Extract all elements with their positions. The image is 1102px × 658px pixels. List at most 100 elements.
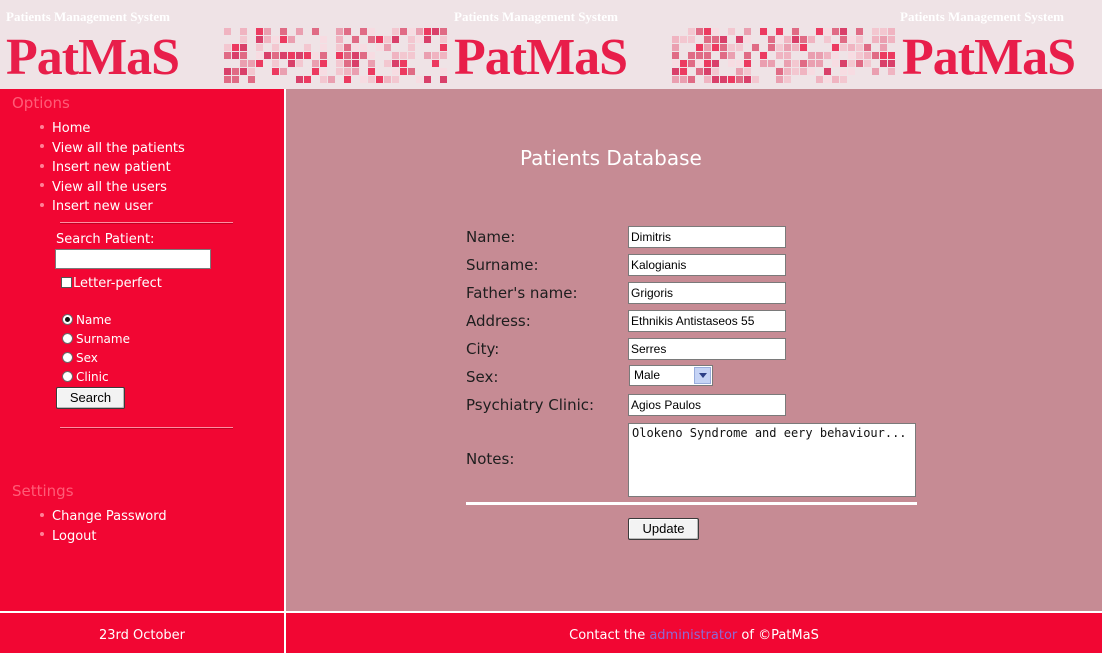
menu-item-insert-patient[interactable]: Insert new patient [40, 158, 185, 178]
banner-pixel [792, 68, 799, 75]
banner-subtitle: Patients Management System [900, 9, 1064, 24]
banner-pixel [672, 52, 679, 59]
banner-pixel [360, 76, 367, 83]
banner-pixel [264, 52, 271, 59]
banner-logo: PatMaS [902, 29, 1076, 86]
banner-pixel [808, 52, 815, 59]
city-field[interactable]: Serres [628, 338, 786, 360]
father-name-field[interactable]: Grigoris [628, 282, 786, 304]
banner-pixel [872, 52, 879, 59]
banner-pixel [272, 44, 279, 51]
banner-pixel [704, 28, 711, 35]
search-patient-input[interactable] [55, 249, 211, 269]
banner-pixel [352, 68, 359, 75]
menu-item-change-password[interactable]: Change Password [40, 507, 167, 527]
menu-item-view-patients[interactable]: View all the patients [40, 139, 185, 159]
banner-pixel [832, 52, 839, 59]
radio-surname[interactable]: Surname [62, 332, 130, 346]
page-title: Patients Database [520, 146, 702, 170]
banner-pixel [368, 76, 375, 83]
radio-name[interactable]: Name [62, 313, 111, 327]
sidebar-divider [60, 222, 233, 224]
update-button[interactable]: Update [628, 518, 699, 540]
radio-icon [62, 371, 73, 382]
banner-pixel [432, 28, 439, 35]
banner-pixel [776, 76, 783, 83]
menu-item-logout[interactable]: Logout [40, 527, 167, 547]
banner-pixel [712, 44, 719, 51]
banner-pixel [808, 36, 815, 43]
search-button[interactable]: Search [56, 387, 125, 409]
banner-pixel [408, 28, 415, 35]
banner-pixel [320, 60, 327, 67]
banner-pixel [312, 68, 319, 75]
banner-pixel [824, 36, 831, 43]
banner-pixel [704, 36, 711, 43]
banner-pixel [728, 76, 735, 83]
settings-heading: Settings [12, 482, 74, 500]
menu-item-view-users[interactable]: View all the users [40, 178, 185, 198]
address-field[interactable]: Ethnikis Antistaseos 55 [628, 310, 786, 332]
banner-pixel [744, 36, 751, 43]
banner-pixel [768, 36, 775, 43]
banner-pixel [808, 68, 815, 75]
banner-pixel [240, 28, 247, 35]
menu-item-insert-user[interactable]: Insert new user [40, 197, 185, 217]
banner-pixel [864, 60, 871, 67]
footer-contact-prefix: Contact the [569, 628, 646, 643]
chevron-down-icon[interactable] [694, 367, 711, 384]
banner-pixel [320, 52, 327, 59]
banner-pixel [816, 52, 823, 59]
radio-sex[interactable]: Sex [62, 351, 98, 365]
banner-pixel [856, 28, 863, 35]
banner-pixel [760, 28, 767, 35]
banner-pixel [776, 28, 783, 35]
banner-pixel [848, 52, 855, 59]
banner-pixel [368, 52, 375, 59]
banner-tile-2: Patients Management System PatMaS [448, 0, 672, 89]
banner-logo: PatMaS [454, 29, 628, 86]
banner-pixel [400, 60, 407, 67]
banner-pixel [336, 36, 343, 43]
banner-pixel [856, 36, 863, 43]
name-field[interactable]: Dimitris [628, 226, 786, 248]
banner-pixel [232, 44, 239, 51]
notes-textarea[interactable]: Olokeno Syndrome and eery behaviour... [628, 423, 916, 497]
banner-pixel [408, 68, 415, 75]
banner-pixel [312, 60, 319, 67]
banner-pixel [440, 28, 447, 35]
banner-tile-1: Patients Management System PatMaS [0, 0, 224, 89]
banner-pixel [744, 52, 751, 59]
bullet-icon [40, 512, 44, 517]
banner-pixel [288, 52, 295, 59]
radio-clinic[interactable]: Clinic [62, 370, 109, 384]
banner-pixel [824, 28, 831, 35]
banner-pixel [720, 44, 727, 51]
banner-pixel [408, 44, 415, 51]
banner-pixel [792, 28, 799, 35]
banner-pixel [768, 44, 775, 51]
banner-subtitle: Patients Management System [454, 9, 618, 24]
banner-pixel [696, 68, 703, 75]
banner-pixel [224, 28, 231, 35]
banner-pixel [376, 44, 383, 51]
banner-pixel [296, 60, 303, 67]
banner-pixel [728, 60, 735, 67]
administrator-link[interactable]: administrator [649, 628, 737, 643]
banner-pixel [760, 60, 767, 67]
banner-pixel [392, 36, 399, 43]
surname-field[interactable]: Kalogianis [628, 254, 786, 276]
banner-pixel [768, 60, 775, 67]
banner-pixel [272, 60, 279, 67]
banner-pixel [704, 52, 711, 59]
banner-pixel [688, 52, 695, 59]
banner-pixel [288, 36, 295, 43]
menu-item-home[interactable]: Home [40, 119, 185, 139]
banner-pixel [400, 28, 407, 35]
psychiatry-clinic-field[interactable]: Agios Paulos [628, 394, 786, 416]
letter-perfect-checkbox[interactable] [61, 277, 72, 288]
banner-pixel [800, 60, 807, 67]
banner-pixel [744, 68, 751, 75]
sex-select[interactable]: Male [629, 365, 713, 386]
banner-pixel [352, 44, 359, 51]
